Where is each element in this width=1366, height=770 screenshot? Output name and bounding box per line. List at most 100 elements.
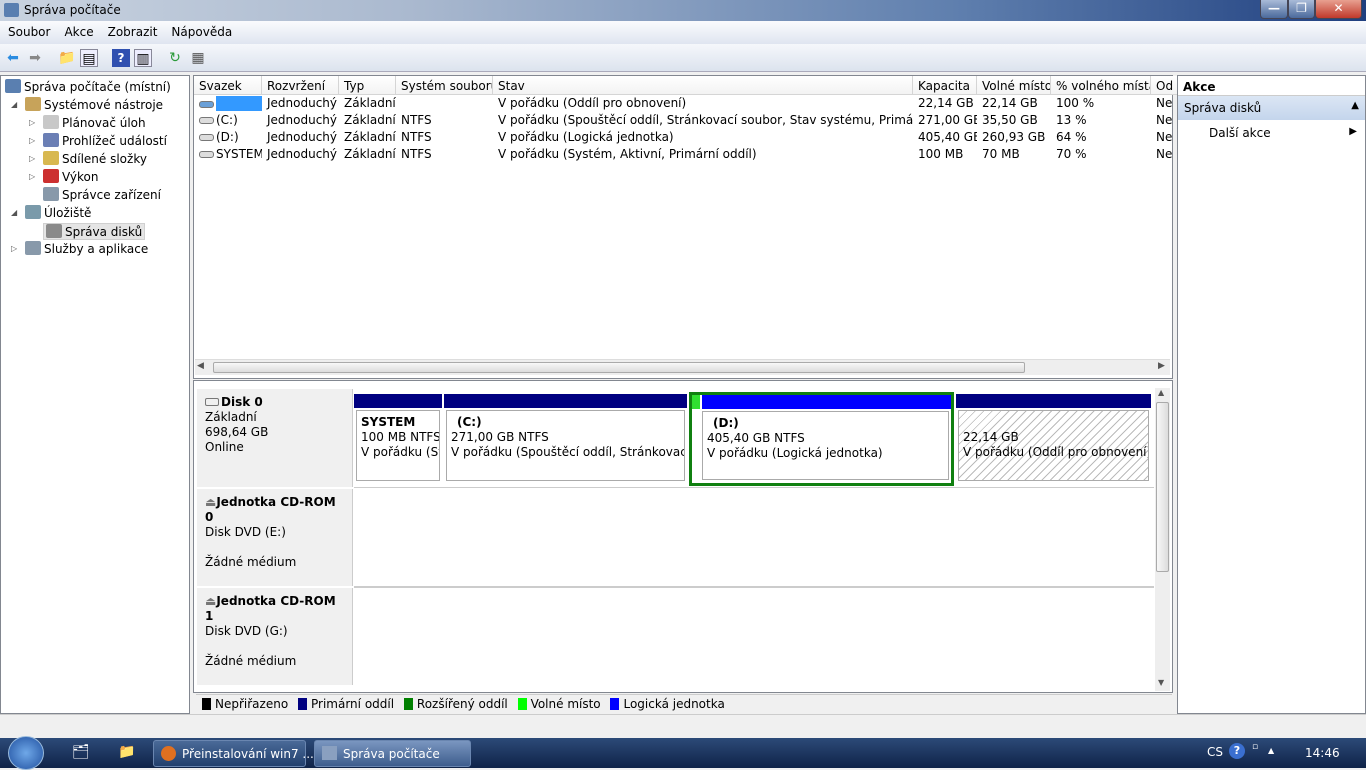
- scroll-left-icon[interactable]: ◀: [197, 361, 204, 371]
- properties-icon[interactable]: ▦: [189, 49, 207, 67]
- table-cell[interactable]: 100 %: [1051, 96, 1151, 110]
- table-cell[interactable]: (C:): [194, 113, 262, 127]
- collapse-icon[interactable]: ▲: [1351, 100, 1359, 111]
- table-cell[interactable]: Ne: [1151, 96, 1173, 110]
- scroll-thumb[interactable]: [213, 362, 1025, 373]
- show-hide-tree-icon[interactable]: ▤: [80, 49, 98, 67]
- start-button[interactable]: [8, 736, 44, 770]
- table-cell[interactable]: 405,40 GB: [913, 130, 977, 144]
- forward-icon[interactable]: ➡: [26, 49, 44, 67]
- show-hide-action-pane-icon[interactable]: ▥: [134, 49, 152, 67]
- table-cell[interactable]: V pořádku (Logická jednotka): [493, 130, 913, 144]
- expand-toggle-icon[interactable]: ◢: [11, 100, 17, 109]
- table-cell[interactable]: Jednoduchý: [262, 96, 339, 110]
- table-cell[interactable]: 70 %: [1051, 147, 1151, 161]
- tree-item[interactable]: Správce zařízení: [43, 187, 161, 202]
- table-cell[interactable]: (D:): [194, 130, 262, 144]
- column-header[interactable]: Rozvržení: [262, 76, 339, 95]
- tree-item[interactable]: Prohlížeč událostí: [43, 133, 167, 148]
- expand-toggle-icon[interactable]: ◢: [11, 208, 17, 217]
- tray-icon[interactable]: ▫: [1252, 742, 1258, 752]
- table-cell[interactable]: Jednoduchý: [262, 130, 339, 144]
- menu-akce[interactable]: Akce: [56, 21, 99, 39]
- scroll-up-icon[interactable]: ▲: [1158, 388, 1164, 397]
- table-cell[interactable]: NTFS: [396, 130, 493, 144]
- show-desktop-icon[interactable]: 🗂: [72, 744, 90, 760]
- table-cell[interactable]: NTFS: [396, 113, 493, 127]
- table-cell[interactable]: V pořádku (Oddíl pro obnovení): [493, 96, 913, 110]
- table-cell[interactable]: Základní: [339, 130, 396, 144]
- scroll-down-icon[interactable]: ▼: [1158, 678, 1164, 687]
- close-button[interactable]: ✕: [1315, 0, 1362, 19]
- table-cell[interactable]: 35,50 GB: [977, 113, 1051, 127]
- horizontal-scrollbar[interactable]: ◀ ▶: [195, 359, 1170, 375]
- expand-toggle-icon[interactable]: ▷: [29, 172, 35, 181]
- column-header[interactable]: % volného místa: [1051, 76, 1151, 95]
- column-header[interactable]: Svazek: [194, 76, 262, 95]
- tree-item[interactable]: Správa disků: [43, 223, 146, 240]
- task-firefox[interactable]: Přeinstalování win7 ...: [153, 740, 314, 767]
- up-folder-icon[interactable]: 📁: [58, 49, 76, 67]
- table-cell[interactable]: Základní: [339, 113, 396, 127]
- table-cell[interactable]: SYSTEM: [194, 147, 262, 161]
- refresh-icon[interactable]: ↻: [166, 49, 184, 67]
- table-cell[interactable]: V pořádku (Systém, Aktivní, Primární odd…: [493, 147, 913, 161]
- show-hidden-icons[interactable]: ▲: [1268, 746, 1274, 755]
- expand-toggle-icon[interactable]: ▷: [29, 154, 35, 163]
- table-cell[interactable]: 22,14 GB: [913, 96, 977, 110]
- table-cell[interactable]: 100 MB: [913, 147, 977, 161]
- table-cell[interactable]: 13 %: [1051, 113, 1151, 127]
- expand-toggle-icon[interactable]: ▷: [11, 244, 17, 253]
- table-cell[interactable]: Základní: [339, 96, 396, 110]
- table-cell[interactable]: NTFS: [396, 147, 493, 161]
- vertical-scrollbar[interactable]: ▲ ▼: [1155, 388, 1170, 691]
- partition-c[interactable]: (C:) 271,00 GB NTFS V pořádku (Spouštěcí o…: [444, 394, 687, 484]
- more-actions[interactable]: Další akce ▶: [1178, 120, 1365, 140]
- help-tray-icon[interactable]: ?: [1229, 743, 1245, 759]
- language-indicator[interactable]: CS: [1207, 745, 1223, 759]
- disk0-label[interactable]: Disk 0 Základní 698,64 GB Online: [197, 389, 353, 487]
- table-cell[interactable]: Ne: [1151, 113, 1173, 127]
- clock[interactable]: 14:46: [1305, 746, 1340, 760]
- explorer-icon[interactable]: 📁: [118, 744, 135, 760]
- extended-partition[interactable]: (D:) 405,40 GB NTFS V pořádku (Logická jed…: [689, 392, 954, 486]
- help-icon[interactable]: ?: [112, 49, 130, 67]
- tree-item[interactable]: Výkon: [43, 169, 98, 184]
- actions-section-disk-management[interactable]: Správa disků ▲: [1178, 96, 1365, 120]
- menu-zobrazit[interactable]: Zobrazit: [100, 21, 164, 39]
- cdrom1-label[interactable]: ⏏Jednotka CD-ROM 1 Disk DVD (G:) Žádné m…: [197, 588, 353, 685]
- table-cell[interactable]: 260,93 GB: [977, 130, 1051, 144]
- tree-item[interactable]: Sdílené složky: [43, 151, 147, 166]
- free-space[interactable]: [692, 395, 700, 409]
- partition-recovery[interactable]: 22,14 GB V pořádku (Oddíl pro obnovení): [956, 394, 1151, 484]
- task-computer-management[interactable]: Správa počítače: [314, 740, 471, 767]
- back-icon[interactable]: ⬅: [4, 49, 22, 67]
- column-header[interactable]: Volné místo: [977, 76, 1051, 95]
- table-cell[interactable]: [194, 96, 262, 111]
- column-header[interactable]: Kapacita: [913, 76, 977, 95]
- column-header[interactable]: Typ: [339, 76, 396, 95]
- column-header[interactable]: Systém souborů: [396, 76, 493, 95]
- table-cell[interactable]: Jednoduchý: [262, 113, 339, 127]
- restore-button[interactable]: ❐: [1288, 0, 1315, 19]
- table-cell[interactable]: Ne: [1151, 147, 1173, 161]
- tree-item[interactable]: Plánovač úloh: [43, 115, 146, 130]
- table-cell[interactable]: Jednoduchý: [262, 147, 339, 161]
- expand-toggle-icon[interactable]: ▷: [29, 118, 35, 127]
- menu-napoveda[interactable]: Nápověda: [163, 21, 238, 39]
- tree-item[interactable]: Úložiště: [25, 205, 91, 220]
- table-cell[interactable]: 271,00 GB: [913, 113, 977, 127]
- scroll-right-icon[interactable]: ▶: [1158, 361, 1165, 371]
- expand-toggle-icon[interactable]: ▷: [29, 136, 35, 145]
- menu-soubor[interactable]: Soubor: [0, 21, 56, 39]
- table-cell[interactable]: Ne: [1151, 130, 1173, 144]
- partition-system[interactable]: SYSTEM100 MB NTFSV pořádku (Systém, Akti…: [354, 394, 442, 484]
- minimize-button[interactable]: —: [1260, 0, 1288, 19]
- tree-item[interactable]: Správa počítače (místní): [5, 79, 171, 94]
- cdrom0-label[interactable]: ⏏Jednotka CD-ROM 0 Disk DVD (E:) Žádné m…: [197, 489, 353, 586]
- table-cell[interactable]: V pořádku (Spouštěcí oddíl, Stránkovací …: [493, 113, 913, 127]
- scroll-thumb[interactable]: [1156, 402, 1169, 572]
- tree-item[interactable]: Systémové nástroje: [25, 97, 163, 112]
- column-header[interactable]: Stav: [493, 76, 913, 95]
- table-cell[interactable]: 22,14 GB: [977, 96, 1051, 110]
